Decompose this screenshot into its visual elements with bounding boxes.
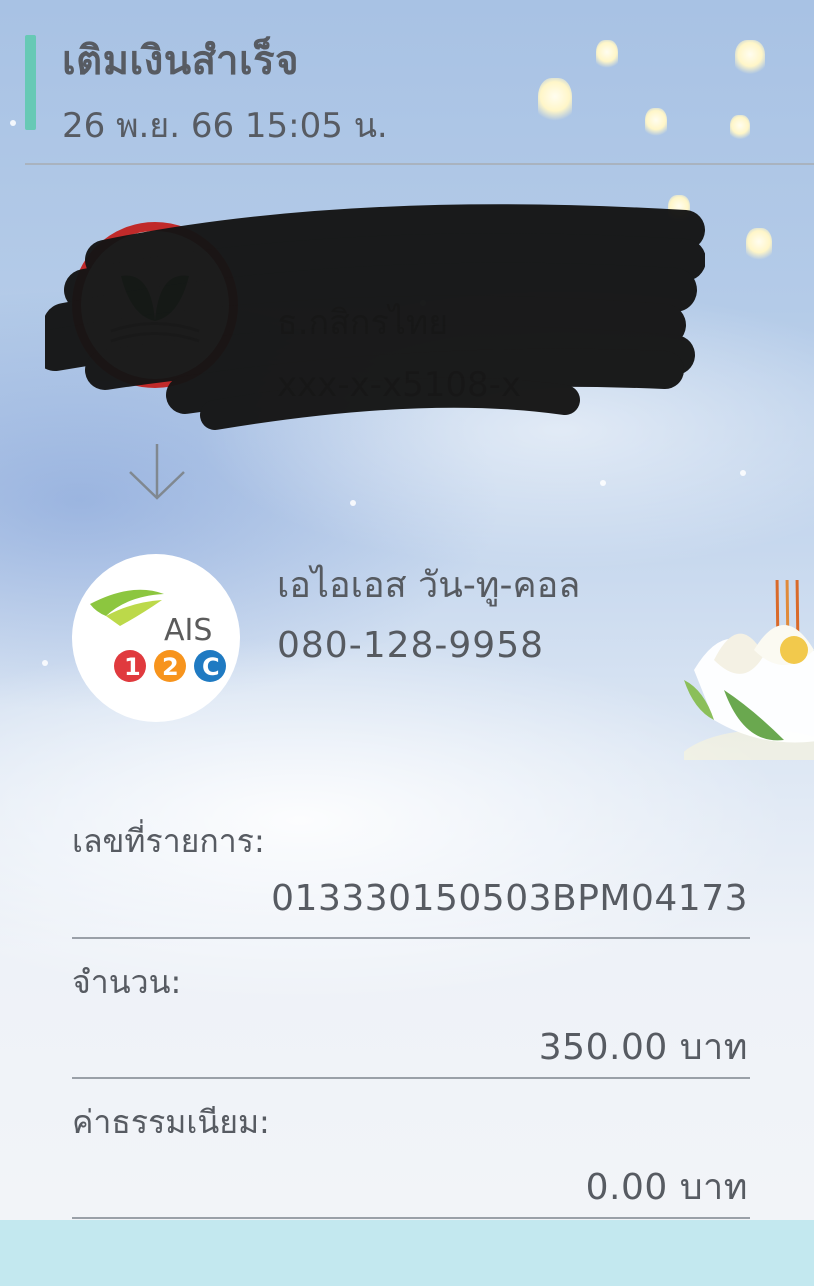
divider	[72, 937, 750, 939]
lantern-decoration	[538, 78, 572, 124]
lantern-decoration	[645, 108, 667, 138]
page-title: เติมเงินสำเร็จ	[62, 38, 300, 84]
payee-name: เอไอเอส วัน-ทู-คอล	[277, 565, 581, 606]
transaction-datetime: 26 พ.ย. 66 15:05 น.	[62, 106, 388, 146]
fee-value: 0.00 บาท	[585, 1167, 748, 1208]
amount-value: 350.00 บาท	[538, 1027, 748, 1068]
ais-logo-text: AIS	[164, 613, 212, 648]
payee-phone-number: 080-128-9958	[277, 625, 545, 666]
from-account: ธ.กสิกรไทย xxx-x-x5108-x	[45, 200, 705, 440]
divider	[72, 1217, 750, 1219]
redaction-scribble	[45, 204, 705, 430]
transaction-id-label: เลขที่รายการ:	[72, 822, 265, 860]
sparkle-decoration	[10, 120, 16, 126]
divider	[72, 1077, 750, 1079]
amount-label: จำนวน:	[72, 963, 182, 1001]
header-accent-bar	[25, 35, 36, 130]
ais-digit-1: 1	[124, 653, 141, 681]
sparkle-decoration	[600, 480, 606, 486]
lantern-decoration	[596, 40, 618, 70]
ais-logo-icon: AIS 1 2 C	[72, 554, 240, 722]
sparkle-decoration	[42, 660, 48, 666]
ais-digit-3: C	[202, 653, 220, 681]
transfer-arrow-down-icon	[129, 444, 185, 500]
sparkle-decoration	[350, 500, 356, 506]
lantern-decoration	[735, 40, 765, 76]
header-divider	[25, 163, 814, 165]
sparkle-decoration	[740, 470, 746, 476]
lantern-decoration	[730, 115, 750, 141]
lantern-decoration	[746, 228, 772, 262]
lotus-lantern-decoration	[684, 580, 814, 760]
ais-digit-2: 2	[162, 653, 179, 681]
transaction-id-value: 013330150503BPM04173	[271, 878, 748, 919]
bottom-bar	[0, 1220, 814, 1286]
fee-label: ค่าธรรมเนียม:	[72, 1103, 270, 1141]
